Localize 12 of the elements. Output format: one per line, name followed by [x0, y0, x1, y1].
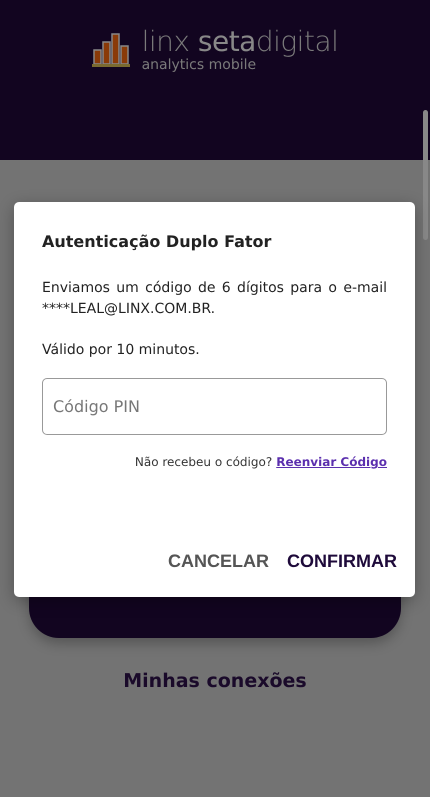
validity-text: Válido por 10 minutos.	[42, 342, 201, 358]
dialog-message: Enviamos um código de 6 dígitos para o e-mail ****LEAL@LINX.COM.BR.	[42, 279, 387, 319]
resend-link[interactable]: Reenviar Código	[276, 455, 387, 469]
pin-input-field[interactable]: Código PIN	[42, 378, 387, 435]
logo-wordmark: linx setadigital	[142, 26, 338, 58]
confirm-button[interactable]: CONFIRMAR	[287, 547, 397, 576]
resend-prompt: Não recebeu o código?	[134, 455, 272, 469]
cancel-button[interactable]: CANCELAR	[168, 547, 269, 576]
bar-chart-icon	[92, 32, 130, 68]
dialog-title: Autenticação Duplo Fator	[42, 232, 272, 251]
logo-tagline: analytics mobile	[142, 58, 258, 72]
section-title: Minhas conexões	[123, 670, 307, 692]
